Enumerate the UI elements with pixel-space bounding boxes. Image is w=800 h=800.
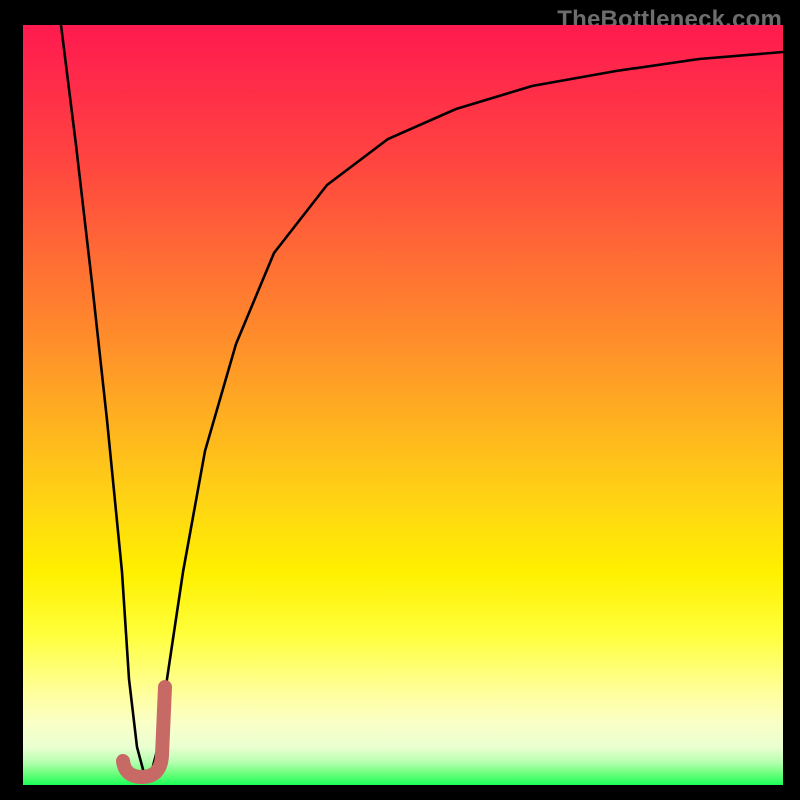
heat-gradient-plot-area — [23, 25, 783, 785]
curve-layer — [23, 25, 783, 785]
bottleneck-curve — [61, 25, 783, 777]
chart-frame: TheBottleneck.com — [0, 0, 800, 800]
optimal-marker-j-icon — [123, 687, 165, 777]
